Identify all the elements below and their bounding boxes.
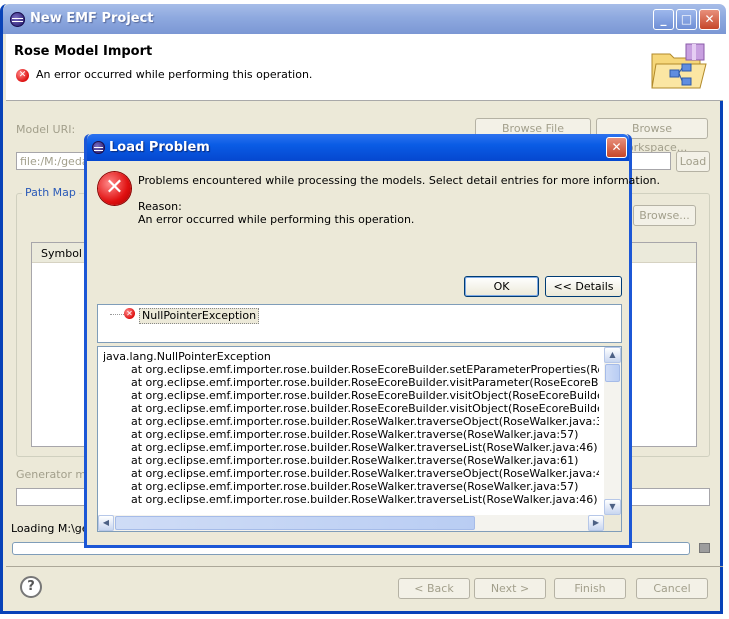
dialog-message: Problems encountered while processing th…	[138, 174, 660, 187]
stack-line: java.lang.NullPointerException	[103, 350, 271, 363]
details-button[interactable]: << Details	[545, 276, 622, 297]
cancel-button[interactable]: Cancel	[636, 578, 708, 599]
stack-line: at org.eclipse.emf.importer.rose.builder…	[130, 402, 599, 415]
stop-icon[interactable]	[699, 543, 710, 553]
maximize-button[interactable]: □	[676, 9, 697, 30]
stack-trace-lines: java.lang.NullPointerException at org.ec…	[103, 350, 599, 506]
scroll-up-icon[interactable]: ▲	[604, 347, 621, 363]
stack-line: at org.eclipse.emf.importer.rose.builder…	[103, 467, 599, 480]
wizard-banner-icon	[651, 43, 707, 89]
reason-label: Reason:	[138, 200, 182, 213]
scroll-corner	[604, 515, 621, 531]
path-map-label: Path Map	[22, 186, 79, 199]
window-titlebar[interactable]: New EMF Project _ □ ✕	[3, 4, 726, 34]
dialog-title: Load Problem	[109, 140, 210, 155]
tree-connector	[110, 314, 124, 315]
stack-trace-text[interactable]: java.lang.NullPointerException at org.ec…	[97, 346, 622, 532]
dialog-titlebar[interactable]: Load Problem ✕	[87, 134, 629, 161]
horizontal-scrollbar[interactable]: ◀ ▶	[98, 515, 604, 531]
scroll-thumb[interactable]	[605, 364, 620, 382]
wizard-header: Rose Model Import ✕ An error occurred wh…	[6, 34, 723, 101]
tree-item-nullpointerexception[interactable]: NullPointerException	[139, 308, 260, 324]
stack-line: at org.eclipse.emf.importer.rose.builder…	[130, 376, 599, 389]
finish-button[interactable]: Finish	[554, 578, 626, 599]
error-icon: ✕	[98, 172, 131, 205]
minimize-button[interactable]: _	[653, 9, 674, 30]
loading-status: Loading M:\gec	[11, 522, 95, 535]
stack-line: at org.eclipse.emf.importer.rose.builder…	[103, 480, 579, 493]
model-uri-label: Model URI:	[16, 123, 76, 136]
scroll-right-icon[interactable]: ▶	[588, 515, 604, 531]
window-title: New EMF Project	[30, 11, 154, 26]
close-button[interactable]: ✕	[699, 9, 720, 30]
reason-text: An error occurred while performing this …	[138, 213, 415, 226]
help-icon[interactable]: ?	[20, 576, 42, 598]
scroll-down-icon[interactable]: ▼	[604, 499, 621, 515]
stack-line: at org.eclipse.emf.importer.rose.builder…	[103, 493, 598, 506]
error-icon: ✕	[16, 69, 29, 82]
stack-line: at org.eclipse.emf.importer.rose.builder…	[130, 389, 599, 402]
footer-separator	[6, 566, 723, 567]
load-problem-dialog: Load Problem ✕ ✕ Problems encountered wh…	[84, 134, 660, 548]
scroll-thumb[interactable]	[115, 516, 475, 530]
stack-line: at org.eclipse.emf.importer.rose.builder…	[103, 428, 579, 441]
header-error-message: An error occurred while performing this …	[36, 68, 313, 81]
stack-line: at org.eclipse.emf.importer.rose.builder…	[103, 415, 599, 428]
ok-button[interactable]: OK	[464, 276, 539, 297]
stack-line: at org.eclipse.emf.importer.rose.builder…	[103, 441, 598, 454]
scroll-left-icon[interactable]: ◀	[98, 515, 114, 531]
browse-button[interactable]: Browse...	[633, 205, 696, 226]
load-button[interactable]: Load	[676, 151, 710, 172]
eclipse-icon	[10, 12, 25, 27]
problem-tree[interactable]: ✕ NullPointerException	[97, 304, 622, 343]
back-button[interactable]: < Back	[398, 578, 470, 599]
next-button[interactable]: Next >	[474, 578, 546, 599]
dialog-close-button[interactable]: ✕	[606, 137, 627, 158]
vertical-scrollbar[interactable]: ▲ ▼	[604, 347, 621, 515]
stack-line: at org.eclipse.emf.importer.rose.builder…	[103, 454, 579, 467]
stack-line: at org.eclipse.emf.importer.rose.builder…	[130, 363, 599, 376]
eclipse-icon	[92, 141, 105, 154]
error-icon: ✕	[124, 308, 135, 319]
page-title: Rose Model Import	[14, 44, 153, 59]
